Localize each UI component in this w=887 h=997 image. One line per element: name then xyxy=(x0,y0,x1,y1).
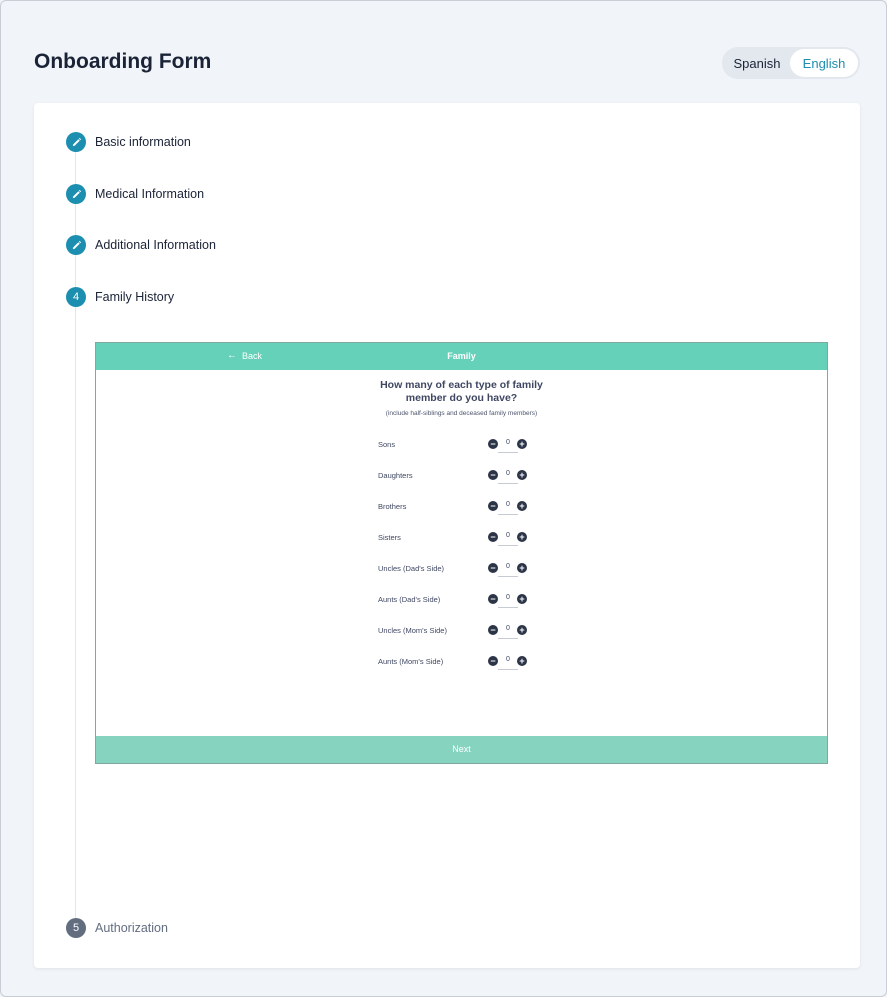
counter-label: Daughters xyxy=(378,471,413,480)
step-basic-information[interactable]: Basic information xyxy=(66,132,191,152)
counter-value[interactable]: 0 xyxy=(499,625,517,632)
counter-value[interactable]: 0 xyxy=(499,439,517,446)
counter-value[interactable]: 0 xyxy=(499,656,517,663)
counter-row-uncles-moms-side: Uncles (Mom's Side) − 0 + xyxy=(378,624,530,644)
step-label: Family History xyxy=(95,290,175,304)
minus-icon[interactable]: − xyxy=(488,563,498,573)
step-label: Basic information xyxy=(95,135,191,149)
counter-label: Sisters xyxy=(378,533,401,542)
language-spanish-button[interactable]: Spanish xyxy=(724,49,790,77)
minus-icon[interactable]: − xyxy=(488,439,498,449)
daughters-stepper: − 0 + xyxy=(488,469,530,485)
counter-underline xyxy=(498,452,518,453)
step-additional-information[interactable]: Additional Information xyxy=(66,235,216,255)
minus-icon[interactable]: − xyxy=(488,532,498,542)
minus-icon[interactable]: − xyxy=(488,625,498,635)
sisters-stepper: − 0 + xyxy=(488,531,530,547)
counter-underline xyxy=(498,576,518,577)
counter-underline xyxy=(498,669,518,670)
counter-row-uncles-dads-side: Uncles (Dad's Side) − 0 + xyxy=(378,562,530,582)
step-label: Authorization xyxy=(95,921,168,935)
sons-stepper: − 0 + xyxy=(488,438,530,454)
counter-label: Aunts (Mom's Side) xyxy=(378,657,444,666)
minus-icon[interactable]: − xyxy=(488,594,498,604)
plus-icon[interactable]: + xyxy=(517,470,527,480)
plus-icon[interactable]: + xyxy=(517,656,527,666)
counter-label: Aunts (Dad's Side) xyxy=(378,595,441,604)
plus-icon[interactable]: + xyxy=(517,625,527,635)
counter-underline xyxy=(498,514,518,515)
family-question-note: (include half-siblings and deceased fami… xyxy=(96,409,827,418)
counter-label: Uncles (Dad's Side) xyxy=(378,564,445,573)
next-button[interactable]: Next xyxy=(96,736,827,763)
counter-row-aunts-moms-side: Aunts (Mom's Side) − 0 + xyxy=(378,655,530,675)
plus-icon[interactable]: + xyxy=(517,532,527,542)
step-number: 4 xyxy=(66,287,86,307)
counter-row-brothers: Brothers − 0 + xyxy=(378,500,530,520)
counter-label: Sons xyxy=(378,440,396,449)
family-form-embed: ← Back Family How many of each type of f… xyxy=(95,342,828,764)
plus-icon[interactable]: + xyxy=(517,594,527,604)
counter-value[interactable]: 0 xyxy=(499,470,517,477)
brothers-stepper: − 0 + xyxy=(488,500,530,516)
uncles-dads-side-stepper: − 0 + xyxy=(488,562,530,578)
pencil-icon xyxy=(66,235,86,255)
counter-row-aunts-dads-side: Aunts (Dad's Side) − 0 + xyxy=(378,593,530,613)
step-label: Medical Information xyxy=(95,187,205,201)
family-question: How many of each type of family member d… xyxy=(96,379,827,405)
counter-value[interactable]: 0 xyxy=(499,563,517,570)
counter-underline xyxy=(498,545,518,546)
minus-icon[interactable]: − xyxy=(488,501,498,511)
form-card: Basic information Medical Information Ad… xyxy=(34,103,860,968)
timeline-line xyxy=(75,151,76,931)
counter-value[interactable]: 0 xyxy=(499,501,517,508)
step-authorization[interactable]: 5 Authorization xyxy=(66,918,168,938)
step-medical-information[interactable]: Medical Information xyxy=(66,184,204,204)
counter-value[interactable]: 0 xyxy=(499,532,517,539)
counter-underline xyxy=(498,638,518,639)
counter-label: Uncles (Mom's Side) xyxy=(378,626,447,635)
pencil-icon xyxy=(66,132,86,152)
uncles-moms-side-stepper: − 0 + xyxy=(488,624,530,640)
counter-row-daughters: Daughters − 0 + xyxy=(378,469,530,489)
aunts-moms-side-stepper: − 0 + xyxy=(488,655,530,671)
counter-underline xyxy=(498,483,518,484)
embed-header: ← Back Family xyxy=(96,343,827,370)
family-question-text: How many of each type of family member d… xyxy=(380,379,543,404)
embed-title: Family xyxy=(447,351,476,361)
counter-value[interactable]: 0 xyxy=(499,594,517,601)
step-label: Additional Information xyxy=(95,238,216,252)
counter-underline xyxy=(498,607,518,608)
minus-icon[interactable]: − xyxy=(488,656,498,666)
counter-row-sons: Sons − 0 + xyxy=(378,438,530,458)
step-family-history[interactable]: 4 Family History xyxy=(66,287,174,307)
family-note-text: (include half-siblings and deceased fami… xyxy=(385,410,538,417)
counter-row-sisters: Sisters − 0 + xyxy=(378,531,530,551)
page-title: Onboarding Form xyxy=(34,50,212,73)
plus-icon[interactable]: + xyxy=(517,439,527,449)
pencil-icon xyxy=(66,184,86,204)
aunts-dads-side-stepper: − 0 + xyxy=(488,593,530,609)
plus-icon[interactable]: + xyxy=(517,563,527,573)
minus-icon[interactable]: − xyxy=(488,470,498,480)
step-number: 5 xyxy=(66,918,86,938)
counter-label: Brothers xyxy=(378,502,407,511)
language-english-button[interactable]: English xyxy=(790,49,858,77)
plus-icon[interactable]: + xyxy=(517,501,527,511)
language-toggle: Spanish English xyxy=(722,47,860,79)
